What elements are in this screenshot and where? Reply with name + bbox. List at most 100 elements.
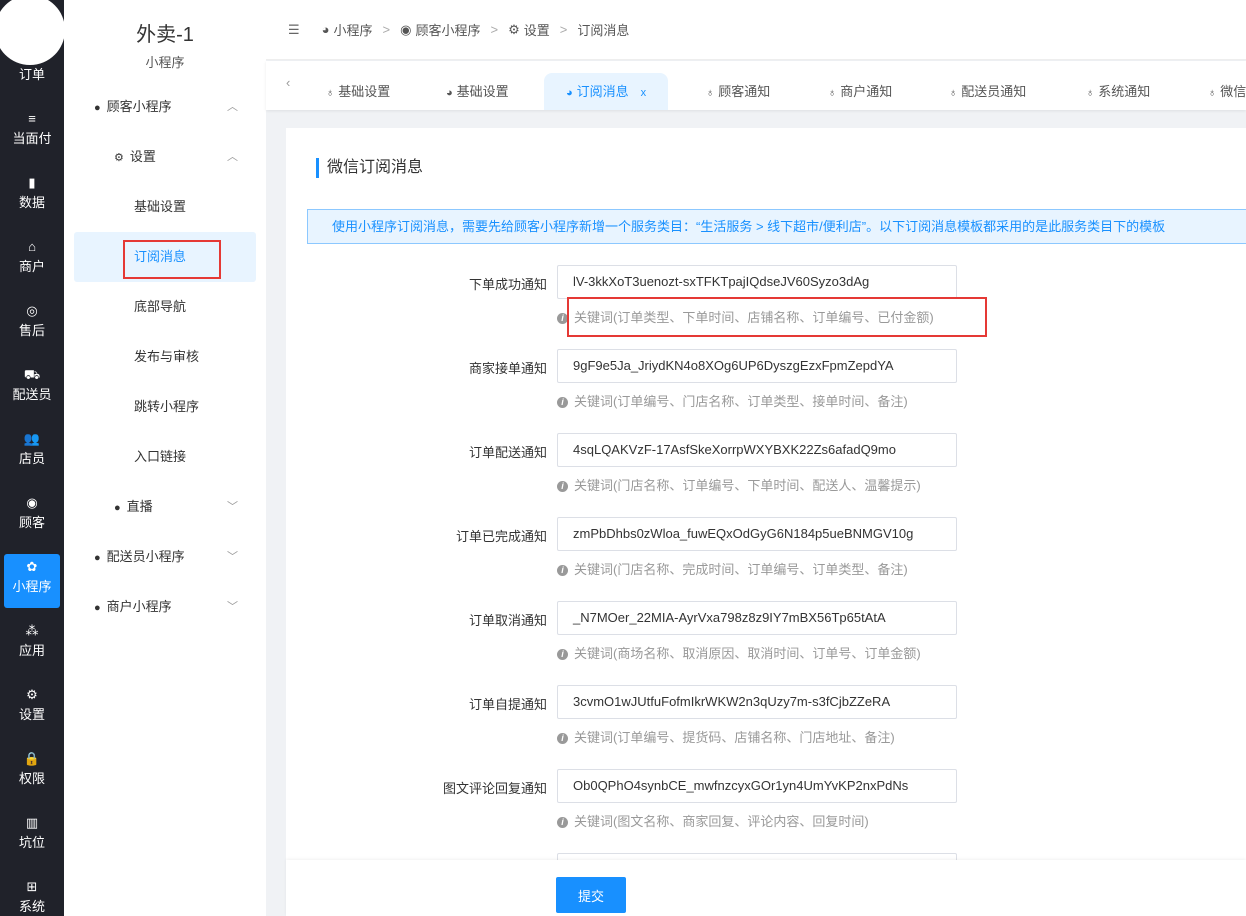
info-icon: i: [557, 565, 568, 576]
nav-icon: ⌂: [28, 239, 36, 254]
nav-item-label: 当面付: [12, 131, 52, 146]
nav-item-label: 售后: [18, 323, 45, 338]
tab-item[interactable]: ♁ 系统通知: [1086, 73, 1150, 110]
nav-item[interactable]: ⊞ 系统: [4, 874, 60, 916]
shop-icon: ●: [94, 602, 101, 614]
sidebar-item[interactable]: ● 顾客小程序 ︿: [74, 82, 256, 132]
tab-item[interactable]: ♁ 配送员通知: [949, 73, 1026, 110]
tab-label: 微信: [1220, 84, 1246, 99]
sidebar-item[interactable]: 入口链接: [74, 432, 256, 482]
app-subtitle: 小程序: [145, 55, 185, 70]
nav-icon: ⊞: [26, 879, 38, 894]
sidebar-item-label: 发布与审核: [134, 349, 200, 364]
tab-bar: ‹ ♁ 基础设置 ◕ 基础设置 ◕ 订阅消息 x ♁ 顾客通知 ♁ 商户通知 ♁ 配送员通知 ♁ 系统通知 ♁…: [266, 61, 1246, 110]
sidebar-item[interactable]: ⚙ 设置 ︿: [74, 132, 256, 182]
nav-item-label: 系统: [18, 899, 45, 914]
template-id-input[interactable]: 9gF9e5Ja_JriydKN4o8XOg6UP6DyszgEzxFpmZep…: [557, 349, 957, 383]
tab-label: 商户通知: [840, 84, 893, 99]
tab-item[interactable]: ◕ 订阅消息 x: [544, 73, 669, 110]
sidebar-item[interactable]: 基础设置: [74, 182, 256, 232]
template-id-input[interactable]: Ob0QPhO4synbCE_mwfnzcyxGOr1yn4UmYvKP2nxP…: [557, 769, 957, 803]
nav-item[interactable]: ⌂ 商户: [4, 234, 60, 288]
field-label: 图文评论回复通知: [442, 781, 547, 796]
sidebar-item[interactable]: ● 配送员小程序 ﹀: [74, 532, 256, 582]
breadcrumb-item[interactable]: 小程序: [334, 20, 373, 39]
nav-icon: ▮: [28, 175, 36, 190]
sidebar-item-label: 底部导航: [134, 299, 187, 314]
tab-item[interactable]: ♁ 商户通知: [828, 73, 892, 110]
video-icon: ●: [114, 502, 121, 514]
sidebar-item[interactable]: ● 商户小程序 ﹀: [74, 582, 256, 632]
tab-close-icon[interactable]: x: [641, 87, 647, 99]
sidebar-item[interactable]: 底部导航: [74, 282, 256, 332]
field-hint: i 关键词(门店名称、完成时间、订单编号、订单类型、备注): [557, 559, 908, 578]
tabs-scroll-left-icon[interactable]: ‹: [286, 75, 290, 90]
page-title: 微信订阅消息: [316, 158, 423, 178]
user-circle-icon: ●: [94, 102, 101, 114]
hint-text: 关键词(门店名称、完成时间、订单编号、订单类型、备注): [574, 562, 908, 577]
breadcrumb-item[interactable]: 设置: [524, 20, 550, 39]
collapse-menu-icon[interactable]: ☰: [288, 22, 300, 38]
wechat-icon: ◕: [321, 22, 330, 37]
tab-item[interactable]: ♁ 顾客通知: [706, 73, 770, 110]
tab-item[interactable]: ♁ 微信: [1208, 73, 1246, 110]
nav-item[interactable]: ◉ 顾客: [4, 490, 60, 544]
nav-item-label: 权限: [18, 771, 45, 786]
sidebar-item-label: 配送员小程序: [106, 549, 185, 564]
template-id-input[interactable]: lV-3kkXoT3uenozt-sxTFKTpajIQdseJV60Syzo3…: [557, 265, 957, 299]
template-id-input[interactable]: _N7MOer_22MIA-AyrVxa798z8z9IY7mBX56Tp65t…: [557, 601, 957, 635]
nav-item[interactable]: ▥ 坑位: [4, 810, 60, 864]
nav-item[interactable]: 订单: [4, 42, 60, 96]
nav-item[interactable]: ⚙ 设置: [4, 682, 60, 736]
nav-icon: ▥: [25, 815, 39, 830]
nav-item-label: 订单: [18, 67, 45, 82]
sidebar-item-label: 基础设置: [134, 199, 187, 214]
sidebar-item[interactable]: 发布与审核: [74, 332, 256, 382]
nav-icon: 👥: [23, 431, 41, 446]
sub-sidebar: 外卖-1 小程序 ● 顾客小程序 ︿ ⚙ 设置 ︿ 基础设置 订阅消息 底部导航 发布与审核 跳转小…: [64, 0, 266, 916]
template-id-input[interactable]: zmPbDhbs0zWloa_fuwEQxOdGyG6N184p5ueBNMGV…: [557, 517, 957, 551]
nav-item[interactable]: ≡ 当面付: [4, 106, 60, 160]
nav-item[interactable]: 👥 店员: [4, 426, 60, 480]
sidebar-item-label: 商户小程序: [106, 599, 172, 614]
field-label: 订单已完成通知: [455, 529, 547, 544]
wechat-icon: ◕: [446, 87, 453, 99]
user-key-icon: ♁: [706, 87, 715, 99]
nav-item[interactable]: 🔒 权限: [4, 746, 60, 800]
nav-item[interactable]: ◎ 售后: [4, 298, 60, 352]
app-title: 外卖-1: [136, 24, 194, 46]
gear-icon: ⚙: [508, 21, 520, 37]
main-nav: 订单 ≡ 当面付 ▮ 数据 ⌂ 商户 ◎ 售后 ⛟ 配送员 👥 店员 ◉ 顾客 ✿ 小程序 ⁂ 应用 ⚙ 设置 🔒 权限 ▥ 坑…: [0, 0, 64, 916]
field-hint: i 关键词(图文名称、商家回复、评论内容、回复时间): [557, 811, 869, 830]
info-icon: i: [557, 481, 568, 492]
tab-item[interactable]: ♁ 基础设置: [326, 73, 390, 110]
form-row: 订单自提通知 3cvmO1wJUtfuFofmIkrWKW2n3qUzy7m-s3…: [286, 685, 1246, 755]
nav-item[interactable]: ▮ 数据: [4, 170, 60, 224]
user-key-icon: ♁: [828, 87, 837, 99]
sidebar-item[interactable]: 跳转小程序: [74, 382, 256, 432]
nav-item-label: 店员: [18, 451, 45, 466]
info-icon: i: [557, 649, 568, 660]
template-id-input[interactable]: 4sqLQAKVzF-17AsfSkeXorrpWXYBXK22Zs6afadQ…: [557, 433, 957, 467]
sidebar-item-label: 设置: [129, 149, 156, 164]
template-id-input[interactable]: 3cvmO1wJUtfuFofmIkrWKW2n3qUzy7m-s3fCjbZZ…: [557, 685, 957, 719]
breadcrumb: ☰ ◕ 小程序 > ◉ 顾客小程序 > ⚙ 设置 > 订阅消息: [266, 0, 1246, 60]
delivery-icon: ●: [94, 552, 101, 564]
sidebar-item[interactable]: ● 直播 ﹀: [74, 482, 256, 532]
field-hint: i 关键词(门店名称、订单编号、下单时间、配送人、温馨提示): [557, 475, 921, 494]
nav-item[interactable]: ⛟ 配送员: [4, 362, 60, 416]
nav-icon: ⚙: [26, 687, 38, 702]
field-label: 商家接单通知: [468, 361, 547, 376]
form-row: 订单配送通知 4sqLQAKVzF-17AsfSkeXorrpWXYBXK22Zs…: [286, 433, 1246, 503]
info-notice: 使用小程序订阅消息，需要先给顾客小程序新增一个服务类目：“生活服务 > 线下超市…: [307, 209, 1246, 244]
chevron-icon: ︿: [227, 101, 238, 113]
nav-item[interactable]: ✿ 小程序: [4, 554, 60, 608]
chevron-icon: ﹀: [227, 601, 238, 613]
tab-item[interactable]: ◕ 基础设置: [446, 73, 509, 110]
nav-item[interactable]: ⁂ 应用: [4, 618, 60, 672]
submit-button[interactable]: 提交: [556, 877, 626, 913]
sidebar-item-label: 跳转小程序: [134, 399, 200, 414]
form-row: 订单已完成通知 zmPbDhbs0zWloa_fuwEQxOdGyG6N184p5…: [286, 517, 1246, 587]
breadcrumb-item[interactable]: 顾客小程序: [415, 20, 480, 39]
user-circle-icon: ◉: [400, 21, 412, 37]
